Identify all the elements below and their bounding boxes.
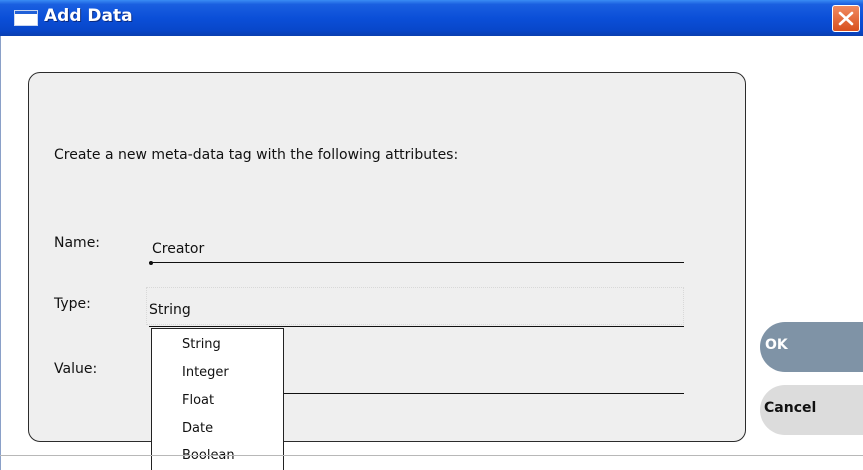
type-field-underline: [149, 326, 684, 327]
instructions-text: Create a new meta-data tag with the foll…: [54, 147, 459, 163]
cancel-button-label: Cancel: [764, 400, 817, 416]
name-label: Name:: [54, 235, 101, 251]
dropdown-option-string[interactable]: String: [182, 337, 221, 352]
form-panel: [28, 72, 746, 442]
name-field-underline: [149, 262, 684, 263]
dropdown-option-integer[interactable]: Integer: [182, 365, 229, 380]
ok-button-label: OK: [765, 337, 788, 353]
window-icon: [14, 10, 38, 26]
value-field-underline: [280, 393, 684, 394]
type-dropdown-list: String Integer Float Date Boolean: [151, 328, 284, 470]
window-border: [0, 36, 1, 470]
add-data-window: Add Data Create a new meta-data tag with…: [0, 0, 863, 470]
close-icon: [838, 11, 854, 26]
divider: [0, 455, 863, 456]
type-label: Type:: [54, 296, 91, 312]
type-select[interactable]: String: [149, 302, 191, 318]
close-button[interactable]: [832, 5, 860, 32]
window-title: Add Data: [44, 6, 133, 26]
dropdown-option-date[interactable]: Date: [182, 421, 213, 436]
name-input[interactable]: Creator: [152, 241, 204, 257]
title-bar[interactable]: Add Data: [0, 0, 863, 36]
value-label: Value:: [54, 361, 98, 377]
dropdown-option-float[interactable]: Float: [182, 393, 214, 408]
type-select-focus: [146, 287, 684, 325]
